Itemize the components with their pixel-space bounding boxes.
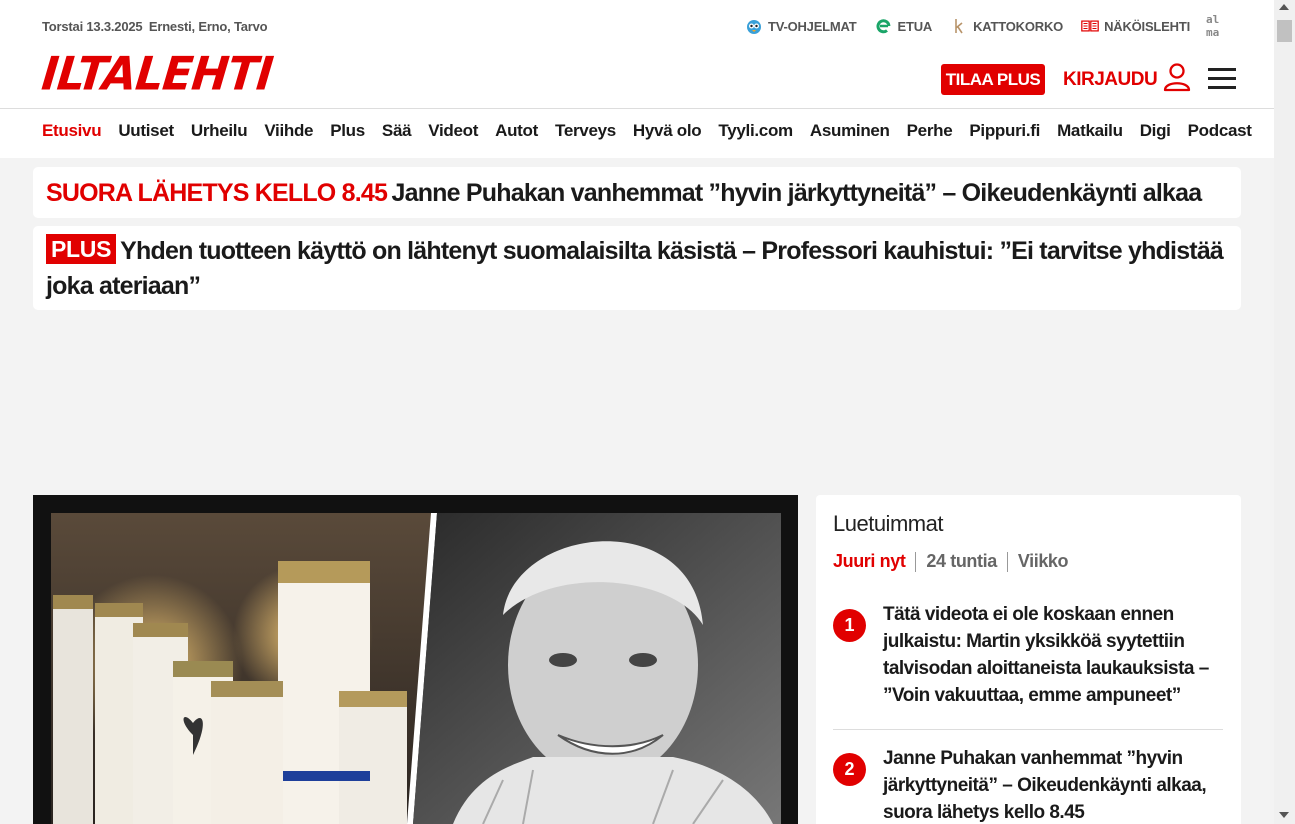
live-tag: SUORA LÄHETYS KELLO 8.45 [46, 179, 388, 207]
plus-headline-title: Yhden tuotteen käyttö on lähtenyt suomal… [46, 237, 1224, 300]
header-divider [0, 108, 1274, 109]
most-read-item-title: Tätä videota ei ole koskaan ennen julkai… [883, 604, 1209, 706]
plus-badge: PLUS [46, 234, 117, 264]
most-read-item[interactable]: 2 Janne Puhakan vanhemmat ”hyvin järkytt… [833, 745, 1223, 824]
nav-item-sää[interactable]: Sää [382, 121, 412, 141]
name-days: Ernesti, Erno, Tarvo [148, 19, 268, 34]
etua-label: ETUA [897, 18, 933, 34]
site-header: Torstai 13.3.2025 Ernesti, Erno, Tarvo T… [0, 0, 1274, 158]
kattokorko-label: KATTOKORKO [973, 18, 1064, 34]
most-read-tabs: Juuri nyt 24 tuntia Viikko [833, 551, 1069, 572]
nav-item-podcast[interactable]: Podcast [1188, 121, 1252, 141]
date-line: Torstai 13.3.2025 Ernesti, Erno, Tarvo [42, 19, 268, 34]
scroll-up-arrow-icon[interactable] [1279, 4, 1289, 10]
most-read-title: Luetuimmat [833, 511, 943, 536]
tv-owl-icon [745, 17, 763, 35]
svg-text:al: al [1206, 13, 1219, 26]
plus-headline-card[interactable]: PLUS Yhden tuotteen käyttö on lähtenyt su… [33, 226, 1241, 310]
nav-item-hyvä-olo[interactable]: Hyvä olo [633, 121, 702, 141]
etua-link[interactable]: ETUA [875, 17, 933, 35]
rank-badge: 1 [833, 609, 866, 642]
nav-item-terveys[interactable]: Terveys [555, 121, 616, 141]
scroll-down-arrow-icon[interactable] [1279, 812, 1289, 818]
nav-item-plus[interactable]: Plus [330, 121, 365, 141]
feature-image[interactable] [33, 495, 798, 824]
list-divider [833, 729, 1223, 730]
current-date: Torstai 13.3.2025 [42, 19, 143, 34]
nav-item-autot[interactable]: Autot [495, 121, 538, 141]
alma-logo[interactable]: al ma [1206, 12, 1232, 39]
most-read-panel: Luetuimmat Juuri nyt 24 tuntia Viikko 1 … [816, 495, 1241, 824]
tab-24-tuntia[interactable]: 24 tuntia [926, 551, 997, 572]
nav-item-videot[interactable]: Videot [428, 121, 478, 141]
nav-item-urheilu[interactable]: Urheilu [191, 121, 248, 141]
tv-ohjelmat-label: TV-OHJELMAT [767, 18, 857, 34]
tab-separator [915, 551, 917, 572]
page-scrollbar[interactable] [1274, 0, 1295, 824]
top-links: TV-OHJELMAT ETUA KATTOKORKO NÄKÖISLEHTI [745, 17, 1190, 35]
tv-ohjelmat-link[interactable]: TV-OHJELMAT [745, 17, 857, 35]
nakoislehti-label: NÄKÖISLEHTI [1104, 18, 1190, 34]
nav-item-uutiset[interactable]: Uutiset [118, 121, 174, 141]
most-read-item-title: Janne Puhakan vanhemmat ”hyvin järkyttyn… [883, 748, 1207, 823]
svg-text:ma: ma [1206, 26, 1219, 38]
tab-juuri-nyt[interactable]: Juuri nyt [833, 551, 906, 572]
nav-item-tyyli-com[interactable]: Tyyli.com [718, 121, 793, 141]
nav-item-etusivu[interactable]: Etusivu [42, 121, 102, 141]
nav-item-digi[interactable]: Digi [1140, 121, 1171, 141]
kattokorko-icon [950, 17, 968, 35]
most-read-item[interactable]: 1 Tätä videota ei ole koskaan ennen julk… [833, 601, 1223, 709]
user-icon [1163, 62, 1191, 98]
nakoislehti-link[interactable]: NÄKÖISLEHTI [1081, 17, 1190, 35]
nav-item-perhe[interactable]: Perhe [907, 121, 953, 141]
live-headline-title: Janne Puhakan vanhemmat ”hyvin järkyttyn… [391, 179, 1203, 207]
scroll-thumb[interactable] [1277, 20, 1292, 42]
login-button[interactable]: KIRJAUDU [1063, 62, 1191, 98]
nav-item-viihde[interactable]: Viihde [264, 121, 313, 141]
etua-icon [875, 17, 893, 35]
main-navigation: Etusivu Uutiset Urheilu Viihde Plus Sää Videot… [42, 121, 1269, 141]
login-label: KIRJAUDU [1063, 69, 1158, 90]
tab-separator [1006, 551, 1008, 572]
kattokorko-link[interactable]: KATTOKORKO [950, 17, 1063, 35]
tab-viikko[interactable]: Viikko [1018, 551, 1069, 572]
nav-item-matkailu[interactable]: Matkailu [1057, 121, 1123, 141]
subscribe-plus-button[interactable]: TILAA PLUS [941, 64, 1045, 95]
iltalehti-logo[interactable]: ILTALEHTI [39, 48, 275, 102]
rank-badge: 2 [833, 753, 866, 786]
nav-item-asuminen[interactable]: Asuminen [810, 121, 890, 141]
nav-item-pippuri-fi[interactable]: Pippuri.fi [969, 121, 1040, 141]
newspaper-icon [1081, 17, 1099, 35]
menu-icon[interactable] [1208, 68, 1236, 90]
live-headline-card[interactable]: SUORA LÄHETYS KELLO 8.45 Janne Puhakan v… [33, 167, 1241, 218]
